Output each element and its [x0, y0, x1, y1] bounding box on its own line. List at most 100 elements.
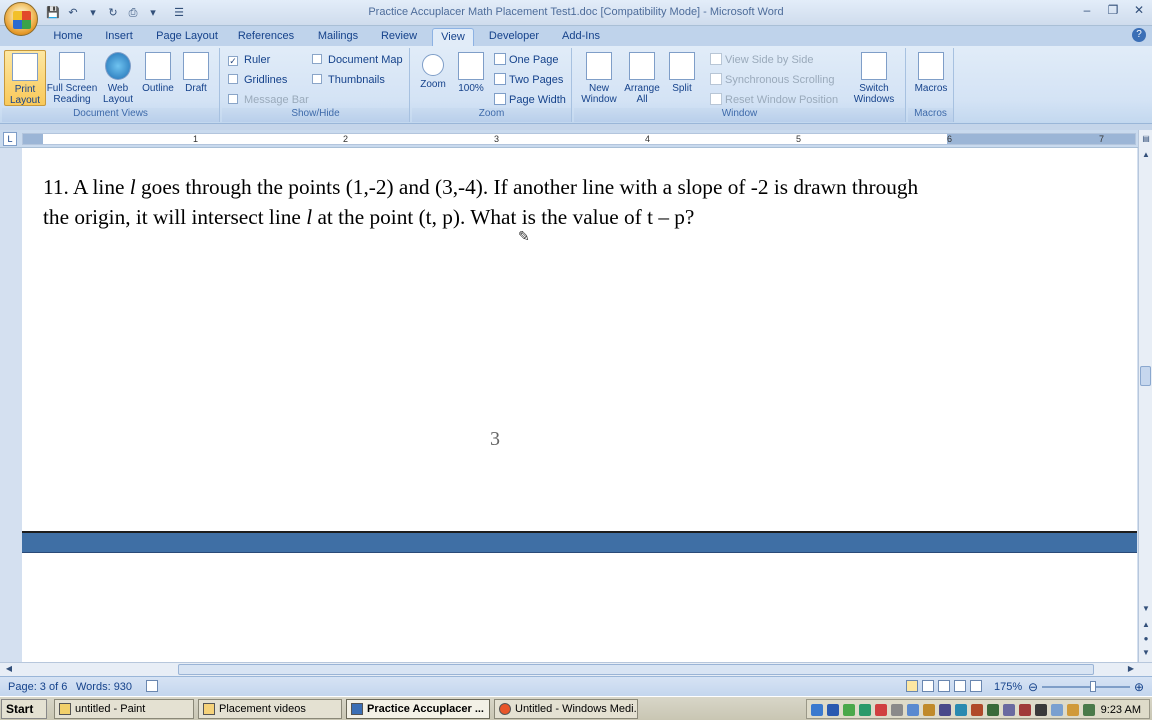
thumbnails-checkbox[interactable]: Thumbnails: [312, 72, 385, 88]
ruler-number: 6: [947, 134, 953, 144]
network-icon[interactable]: [811, 704, 823, 716]
draft-button[interactable]: Draft: [178, 50, 214, 106]
word-count[interactable]: Words: 930: [76, 680, 132, 694]
group-macros: Macros Macros: [908, 48, 954, 122]
tab-view[interactable]: View: [432, 28, 474, 46]
web-layout-button[interactable]: Web Layout: [98, 50, 138, 106]
bluetooth-icon[interactable]: [827, 704, 839, 716]
zoom-slider[interactable]: [1042, 686, 1130, 688]
view-side-by-side-button[interactable]: View Side by Side: [710, 52, 813, 68]
scroll-up-icon[interactable]: ▲: [1141, 150, 1151, 160]
tray-app-icon[interactable]: [1035, 704, 1047, 716]
display-icon[interactable]: [891, 704, 903, 716]
tab-selector[interactable]: L: [3, 132, 17, 146]
task-media-player[interactable]: Untitled - Windows Medi...: [494, 699, 638, 719]
zoom-button[interactable]: Zoom: [414, 50, 452, 106]
tray-app-icon[interactable]: [1083, 704, 1095, 716]
outline-button[interactable]: Outline: [138, 50, 178, 106]
arrange-all-button[interactable]: Arrange All: [622, 50, 662, 106]
zoom-out-icon[interactable]: ⊖: [1028, 680, 1038, 694]
tray-app-icon[interactable]: [987, 704, 999, 716]
zoom-100-button[interactable]: 100%: [452, 50, 490, 106]
task-word[interactable]: Practice Accuplacer ...: [346, 699, 490, 719]
minimize-icon[interactable]: –: [1078, 2, 1096, 18]
scroll-left-icon[interactable]: ◀: [4, 664, 14, 674]
full-screen-view-icon[interactable]: [922, 680, 934, 692]
ruler-checkbox[interactable]: ✓ Ruler: [228, 52, 270, 68]
document-map-checkbox[interactable]: Document Map: [312, 52, 403, 68]
scroll-down-icon[interactable]: ▼: [1141, 604, 1151, 614]
tray-app-icon[interactable]: [1067, 704, 1079, 716]
draft-view-icon[interactable]: [970, 680, 982, 692]
checkmark-icon: ✓: [228, 56, 238, 66]
task-paint[interactable]: untitled - Paint: [54, 699, 194, 719]
group-label: Zoom: [412, 108, 571, 122]
tab-developer[interactable]: Developer: [484, 28, 544, 46]
group-label: Window: [574, 108, 905, 122]
split-button[interactable]: Split: [662, 50, 702, 106]
task-placement-videos[interactable]: Placement videos: [198, 699, 342, 719]
tab-mailings[interactable]: Mailings: [310, 28, 366, 46]
zoom-in-icon[interactable]: ⊕: [1134, 680, 1144, 694]
ruler-strip[interactable]: 1 2 3 4 5 6 7: [22, 133, 1136, 145]
question-text[interactable]: 11. A line l goes through the points (1,…: [43, 172, 948, 232]
page-count[interactable]: Page: 3 of 6: [8, 680, 67, 694]
wireless-icon[interactable]: [907, 704, 919, 716]
document-area[interactable]: 11. A line l goes through the points (1,…: [0, 148, 1138, 662]
tray-app-icon[interactable]: [1003, 704, 1015, 716]
one-page-button[interactable]: One Page: [494, 52, 559, 68]
antivirus-icon[interactable]: [875, 704, 887, 716]
tray-app-icon[interactable]: [971, 704, 983, 716]
horizontal-scrollbar[interactable]: ◀ ▶: [0, 662, 1152, 676]
two-pages-button[interactable]: Two Pages: [494, 72, 563, 88]
print-layout-view-icon[interactable]: [906, 680, 918, 692]
macros-button[interactable]: Macros: [910, 50, 952, 106]
power-icon[interactable]: [923, 704, 935, 716]
vertical-scrollbar[interactable]: ▤ ▲ ▼ ▲ ● ▼: [1138, 130, 1152, 662]
security-icon[interactable]: [843, 704, 855, 716]
next-page-icon[interactable]: ▼: [1141, 648, 1151, 658]
browse-object-icon[interactable]: ●: [1141, 634, 1151, 644]
gridlines-checkbox[interactable]: Gridlines: [228, 72, 287, 88]
next-page[interactable]: [22, 553, 1137, 662]
tab-page-layout[interactable]: Page Layout: [152, 28, 222, 46]
synchronous-scrolling-button[interactable]: Synchronous Scrolling: [710, 72, 834, 88]
close-icon[interactable]: ✕: [1130, 2, 1148, 18]
switch-windows-button[interactable]: Switch Windows: [846, 50, 902, 106]
page-width-button[interactable]: Page Width: [494, 92, 566, 108]
restore-icon[interactable]: ❐: [1104, 2, 1122, 18]
update-icon[interactable]: [859, 704, 871, 716]
macros-icon: [918, 52, 944, 80]
tab-insert[interactable]: Insert: [98, 28, 140, 46]
tab-review[interactable]: Review: [376, 28, 422, 46]
help-icon[interactable]: ?: [1132, 28, 1146, 42]
reset-window-position-button[interactable]: Reset Window Position: [710, 92, 838, 108]
tray-app-icon[interactable]: [1051, 704, 1063, 716]
tray-app-icon[interactable]: [1019, 704, 1031, 716]
office-button[interactable]: [4, 2, 38, 36]
outline-view-icon[interactable]: [954, 680, 966, 692]
new-window-button[interactable]: New Window: [576, 50, 622, 106]
start-button[interactable]: Start: [1, 699, 47, 719]
horizontal-ruler[interactable]: L 1 2 3 4 5 6 7: [0, 130, 1152, 148]
ruler-number: 4: [645, 134, 651, 144]
scroll-right-icon[interactable]: ▶: [1126, 664, 1136, 674]
scroll-thumb[interactable]: [1140, 366, 1151, 386]
tab-add-ins[interactable]: Add-Ins: [556, 28, 606, 46]
previous-page-icon[interactable]: ▲: [1141, 620, 1151, 630]
zoom-level[interactable]: 175%: [994, 680, 1022, 694]
tab-home[interactable]: Home: [46, 28, 90, 46]
zoom-slider-knob[interactable]: [1090, 681, 1096, 692]
volume-icon[interactable]: [939, 704, 951, 716]
view-ruler-icon[interactable]: ▤: [1141, 134, 1151, 144]
proofing-icon[interactable]: [146, 680, 158, 692]
new-window-label: New Window: [581, 83, 617, 105]
web-layout-view-icon[interactable]: [938, 680, 950, 692]
clock[interactable]: 9:23 AM: [1101, 702, 1141, 718]
full-screen-reading-button[interactable]: Full Screen Reading: [46, 50, 98, 106]
messenger-icon[interactable]: [955, 704, 967, 716]
tab-references[interactable]: References: [234, 28, 298, 46]
scroll-thumb[interactable]: [178, 664, 1094, 675]
message-bar-checkbox[interactable]: Message Bar: [228, 92, 309, 108]
print-layout-button[interactable]: Print Layout: [4, 50, 46, 106]
